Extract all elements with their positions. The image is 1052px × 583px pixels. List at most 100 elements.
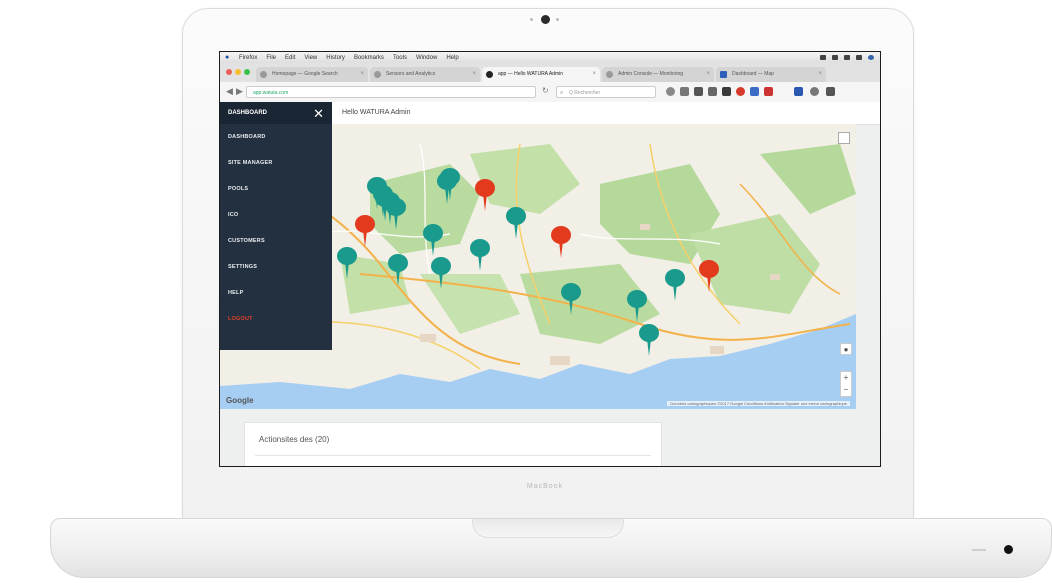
browser-tab[interactable]: Sensors and Analytics × [370, 67, 480, 82]
sidebar: DASHBOARD ✕ DASHBOARD SITE MANAGER POOLS… [220, 102, 332, 350]
account-icon[interactable] [810, 87, 819, 96]
menu-item[interactable]: View [304, 55, 317, 61]
close-tab-icon[interactable]: × [592, 67, 596, 82]
menu-item[interactable]: Edit [285, 55, 295, 61]
back-icon[interactable]: ◀ [226, 86, 233, 97]
browser-tab[interactable]: Homepage — Google Search × [256, 67, 368, 82]
wifi-icon[interactable] [820, 55, 826, 60]
search-input[interactable]: ⌕ Q Rechercher [556, 86, 656, 98]
page-header: Hello WATURA Admin [332, 102, 880, 125]
menu-item[interactable]: Window [416, 55, 437, 61]
favicon-icon [720, 71, 727, 78]
home-icon[interactable] [708, 87, 717, 96]
map-marker-red-icon[interactable] [698, 259, 720, 293]
zoom-in-icon[interactable]: + [841, 372, 851, 384]
sidebar-item-ico[interactable]: ICO [220, 202, 332, 228]
map-marker-teal-icon[interactable] [336, 246, 358, 280]
map-provider-logo: Google [226, 396, 254, 405]
menu-item[interactable]: File [266, 55, 276, 61]
menu-item[interactable]: Help [446, 55, 458, 61]
map-marker-teal-icon[interactable] [422, 223, 444, 257]
close-tab-icon[interactable]: × [360, 67, 364, 82]
map-marker-red-icon[interactable] [354, 214, 376, 248]
apple-icon[interactable]: ● [225, 54, 233, 62]
star-icon[interactable] [666, 87, 675, 96]
menu-item[interactable]: Firefox [239, 55, 257, 61]
spotlight-icon[interactable] [868, 55, 874, 60]
status-icons [820, 55, 874, 60]
greeting-text: Hello WATURA Admin [342, 109, 411, 116]
map-marker-teal-icon[interactable] [430, 256, 452, 290]
map-marker-red-icon[interactable] [474, 178, 496, 212]
map-marker-teal-icon[interactable] [505, 206, 527, 240]
sidebar-title: DASHBOARD [228, 110, 267, 116]
map-marker-teal-icon[interactable] [664, 268, 686, 302]
sidebar-item-logout[interactable]: LOGOUT [220, 306, 332, 332]
adblock-icon[interactable] [736, 87, 745, 96]
extension-icon[interactable] [794, 87, 803, 96]
tab-label: Homepage — Google Search [272, 71, 338, 77]
close-tab-icon[interactable]: × [472, 67, 476, 82]
sensor-dot [556, 18, 559, 21]
sidebar-item-customers[interactable]: CUSTOMERS [220, 228, 332, 254]
hamburger-menu-icon[interactable] [826, 87, 835, 96]
url-input[interactable]: app.watuta.com [246, 86, 536, 98]
menu-item[interactable]: Tools [393, 55, 407, 61]
map-marker-teal-icon[interactable] [379, 191, 401, 225]
zoom-out-icon[interactable]: − [841, 384, 851, 396]
close-tab-icon[interactable]: × [706, 67, 710, 82]
map-marker-teal-icon[interactable] [638, 323, 660, 357]
zoom-control[interactable]: + − [840, 371, 852, 397]
power-led-icon [1004, 545, 1013, 554]
url-text: app.watuta.com [253, 90, 289, 96]
pegman-icon[interactable]: ● [840, 343, 852, 355]
sidebar-item-pools[interactable]: POOLS [220, 176, 332, 202]
map-marker-teal-icon[interactable] [436, 171, 458, 205]
sidebar-item-settings[interactable]: SETTINGS [220, 254, 332, 280]
fullscreen-icon[interactable] [838, 132, 850, 144]
map-marker-teal-icon[interactable] [626, 289, 648, 323]
volume-icon[interactable] [844, 55, 850, 60]
pocket-icon[interactable] [722, 87, 731, 96]
reload-icon[interactable]: ↻ [542, 86, 549, 95]
favicon-icon [374, 71, 381, 78]
close-icon[interactable]: ✕ [313, 107, 324, 120]
extension-icon[interactable] [750, 87, 759, 96]
search-icon: ⌕ [560, 90, 564, 96]
tab-label: Sensors and Analytics [386, 71, 436, 77]
menu-item[interactable]: History [326, 55, 345, 61]
close-window-icon[interactable] [226, 69, 232, 75]
sidebar-item-site-manager[interactable]: SITE MANAGER [220, 150, 332, 176]
library-icon[interactable] [680, 87, 689, 96]
favicon-icon [606, 71, 613, 78]
extension-icon[interactable] [764, 87, 773, 96]
camera-icon [541, 15, 550, 24]
sidebar-item-dashboard[interactable]: DASHBOARD [220, 124, 332, 150]
tab-label: Admin Console — Monitoring [618, 71, 684, 77]
close-tab-icon[interactable]: × [818, 67, 822, 82]
minimize-window-icon[interactable] [235, 69, 241, 75]
download-icon[interactable] [694, 87, 703, 96]
sensor-dot [530, 18, 533, 21]
map-marker-teal-icon[interactable] [387, 253, 409, 287]
sidebar-item-help[interactable]: HELP [220, 280, 332, 306]
forward-icon[interactable]: ▶ [236, 86, 243, 97]
browser-tab[interactable]: Admin Console — Monitoring × [602, 67, 714, 82]
card-title: Actionsites des (20) [259, 435, 330, 444]
browser-tab[interactable]: Dashboard — Map × [716, 67, 826, 82]
laptop-brand: MacBook [526, 483, 564, 490]
divider [255, 455, 651, 456]
menu-item[interactable]: Bookmarks [354, 55, 384, 61]
map-marker-teal-icon[interactable] [469, 238, 491, 272]
tab-label: app — Hello WATURA Admin [498, 71, 564, 77]
browser-tab-active[interactable]: app — Hello WATURA Admin × [482, 67, 600, 82]
maximize-window-icon[interactable] [244, 69, 250, 75]
map-marker-teal-icon[interactable] [560, 282, 582, 316]
map-marker-red-icon[interactable] [550, 225, 572, 259]
power-indicator-line [972, 549, 986, 551]
battery-icon[interactable] [832, 55, 838, 60]
tab-label: Dashboard — Map [732, 71, 774, 77]
clock-icon[interactable] [856, 55, 862, 60]
favicon-icon [486, 71, 493, 78]
map-attribution[interactable]: Données cartographiques ©2017 Google Con… [667, 401, 850, 406]
